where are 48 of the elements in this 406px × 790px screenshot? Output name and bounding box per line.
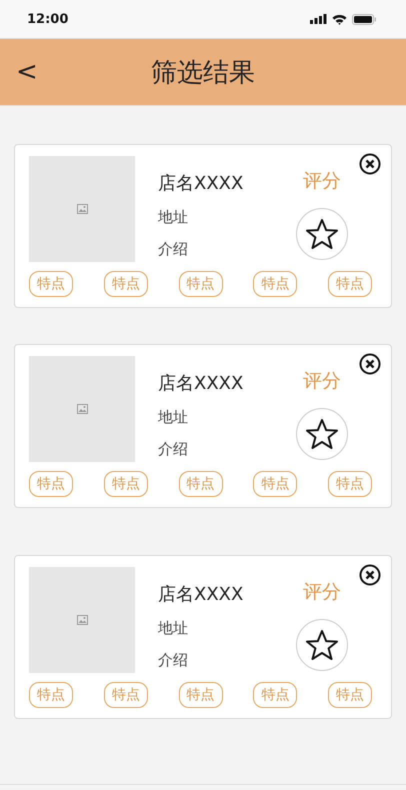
image-icon	[76, 404, 88, 414]
shop-address: 地址	[158, 207, 189, 227]
image-icon	[76, 615, 88, 625]
shop-intro: 介绍	[158, 650, 189, 670]
star-button[interactable]	[296, 408, 348, 460]
rating-label: 评分	[303, 580, 341, 605]
feature-tag: 特点	[253, 471, 298, 497]
feature-tag: 特点	[178, 682, 222, 708]
close-icon[interactable]	[359, 353, 381, 375]
status-time: 12:00	[27, 12, 68, 26]
star-button[interactable]	[296, 208, 348, 260]
page-title: 筛选结果	[151, 56, 255, 90]
shop-card[interactable]: 店名XXXX 地址 介绍 评分 特点 特点 特点 特点 特点	[14, 144, 392, 308]
close-icon[interactable]	[359, 153, 381, 175]
star-icon	[305, 629, 339, 661]
feature-tag: 特点	[104, 682, 148, 708]
feature-tag: 特点	[29, 682, 73, 708]
image-icon	[76, 204, 88, 214]
shop-address: 地址	[158, 618, 189, 638]
shop-card[interactable]: 店名XXXX 地址 介绍 评分 特点 特点 特点 特点 特点	[14, 344, 392, 508]
feature-tag: 特点	[328, 271, 372, 297]
feature-tag: 特点	[178, 471, 222, 497]
shop-address: 地址	[158, 407, 189, 427]
star-icon	[305, 418, 339, 450]
shop-name: 店名XXXX	[158, 583, 244, 607]
shop-intro: 介绍	[158, 439, 189, 459]
feature-tag: 特点	[328, 471, 372, 497]
feature-tag: 特点	[253, 682, 298, 708]
feature-tag: 特点	[104, 271, 148, 297]
shop-name: 店名XXXX	[158, 172, 244, 196]
shop-intro: 介绍	[158, 239, 189, 259]
back-button[interactable]: <	[12, 57, 42, 87]
feature-tag: 特点	[29, 471, 73, 497]
feature-tag: 特点	[29, 271, 73, 297]
rating-label: 评分	[303, 169, 341, 194]
shop-card[interactable]: 店名XXXX 地址 介绍 评分 特点 特点 特点 特点 特点	[14, 555, 392, 719]
signal-icon	[310, 14, 327, 24]
feature-tag: 特点	[178, 271, 222, 297]
feature-tag: 特点	[328, 682, 372, 708]
shop-name: 店名XXXX	[158, 372, 244, 396]
feature-tag: 特点	[253, 271, 298, 297]
feature-tag: 特点	[104, 471, 148, 497]
rating-label: 评分	[303, 369, 341, 394]
close-icon[interactable]	[359, 564, 381, 586]
wifi-icon	[332, 14, 347, 24]
star-icon	[305, 218, 339, 250]
star-button[interactable]	[296, 619, 348, 671]
battery-icon	[352, 14, 376, 24]
